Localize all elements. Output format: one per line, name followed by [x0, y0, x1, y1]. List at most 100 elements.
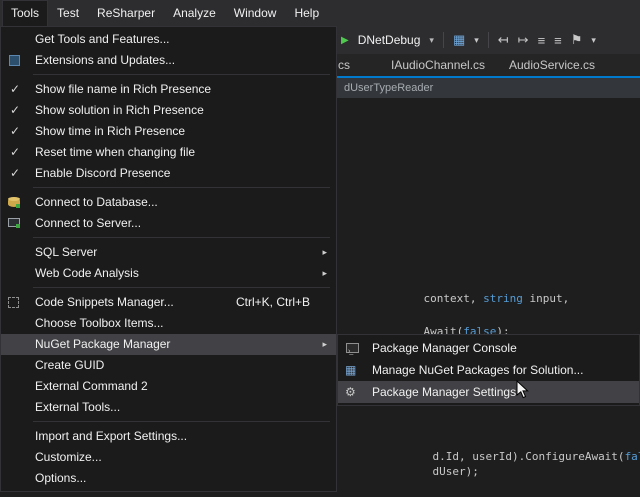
- menubar-item-resharper[interactable]: ReSharper: [88, 0, 164, 26]
- code-token: string: [483, 292, 523, 305]
- menubar-item-window[interactable]: Window: [225, 0, 286, 26]
- menu-separator: [33, 421, 330, 422]
- menu-item-external-command-2[interactable]: External Command 2: [1, 376, 336, 397]
- menu-item-customize[interactable]: Customize...: [1, 447, 336, 468]
- nuget-submenu-popup: Package Manager Console ▦ Manage NuGet P…: [337, 334, 640, 406]
- menu-separator: [33, 287, 330, 288]
- menu-item-label: External Tools...: [35, 400, 120, 414]
- console-icon: [346, 343, 359, 353]
- menu-separator: [33, 237, 330, 238]
- code-token: dUser);: [433, 465, 479, 478]
- menu-item-label: External Command 2: [35, 379, 148, 393]
- navigate-forward-icon[interactable]: ↦: [518, 32, 529, 48]
- menu-item-connect-to-database[interactable]: Connect to Database...: [1, 192, 336, 213]
- tab-audioservice[interactable]: AudioService.cs: [509, 58, 595, 72]
- menu-item-label: SQL Server: [35, 245, 97, 259]
- menubar-item-help[interactable]: Help: [285, 0, 328, 26]
- checkmark-icon: ✓: [10, 79, 20, 100]
- gear-icon: ⚙: [345, 381, 356, 403]
- menu-item-code-snippets-manager[interactable]: Code Snippets Manager... Ctrl+K, Ctrl+B: [1, 292, 336, 313]
- menu-item-connect-to-server[interactable]: Connect to Server...: [1, 213, 336, 234]
- menu-item-label: Create GUID: [35, 358, 104, 372]
- line-list-icon[interactable]: ≡: [538, 33, 546, 48]
- menu-item-external-tools[interactable]: External Tools...: [1, 397, 336, 418]
- tools-menu-popup: Get Tools and Features... Extensions and…: [0, 26, 337, 492]
- code-token: false: [625, 450, 640, 463]
- database-icon: [8, 198, 20, 207]
- menu-separator: [33, 74, 330, 75]
- menu-item-choose-toolbox-items[interactable]: Choose Toolbox Items...: [1, 313, 336, 334]
- submenu-item-package-manager-settings[interactable]: ⚙ Package Manager Settings: [338, 381, 639, 403]
- menu-item-label: Get Tools and Features...: [35, 32, 170, 46]
- packages-grid-icon: ▦: [345, 359, 356, 381]
- server-icon: [8, 218, 20, 227]
- menu-item-label: Show solution in Rich Presence: [35, 103, 204, 117]
- submenu-item-manage-nuget-packages-for-solution[interactable]: ▦ Manage NuGet Packages for Solution...: [338, 359, 639, 381]
- submenu-item-package-manager-console[interactable]: Package Manager Console: [338, 337, 639, 359]
- menu-item-get-tools-and-features[interactable]: Get Tools and Features...: [1, 29, 336, 50]
- code-line: se);: [421, 485, 474, 497]
- menu-item-label: Code Snippets Manager...: [35, 295, 174, 309]
- code-token: context,: [424, 292, 484, 305]
- menu-item-label: Customize...: [35, 450, 102, 464]
- menu-item-label: NuGet Package Manager: [35, 337, 170, 351]
- menu-item-label: Extensions and Updates...: [35, 53, 175, 67]
- menu-item-web-code-analysis[interactable]: Web Code Analysis ▸: [1, 263, 336, 284]
- menu-item-show-file-name-rich-presence[interactable]: ✓ Show file name in Rich Presence: [1, 79, 336, 100]
- mouse-cursor: [516, 380, 529, 400]
- menu-item-label: Package Manager Settings: [372, 385, 516, 399]
- checkmark-icon: ✓: [10, 142, 20, 163]
- submenu-arrow-icon: ▸: [322, 242, 327, 263]
- menu-item-label: Import and Export Settings...: [35, 429, 187, 443]
- menu-item-label: Connect to Server...: [35, 216, 141, 230]
- toolbar-separator: [488, 32, 489, 48]
- tab-partial[interactable]: cs: [338, 58, 350, 72]
- menu-item-sql-server[interactable]: SQL Server ▸: [1, 242, 336, 263]
- code-snippets-icon: [8, 297, 19, 308]
- menu-item-label: Choose Toolbox Items...: [35, 316, 164, 330]
- menu-bar: Tools Test ReSharper Analyze Window Help: [0, 0, 640, 26]
- chevron-down-icon[interactable]: ▾: [474, 35, 479, 46]
- toolbar-content: ▶ DNetDebug ▾ ▦ ▾ ↤ ↦ ≡ ≡ ⚑ ▾: [341, 26, 596, 54]
- menubar-item-tools[interactable]: Tools: [2, 0, 48, 26]
- debug-target-dropdown[interactable]: DNetDebug: [358, 33, 421, 47]
- app-window: Tools Test ReSharper Analyze Window Help…: [0, 0, 640, 497]
- chevron-down-icon[interactable]: ▾: [429, 35, 434, 46]
- checkmark-icon: ✓: [10, 163, 20, 184]
- menu-item-label: Show file name in Rich Presence: [35, 82, 211, 96]
- processes-icon[interactable]: ▦: [453, 32, 465, 48]
- menu-item-reset-time-when-changing-file[interactable]: ✓ Reset time when changing file: [1, 142, 336, 163]
- tab-iaudiochannel[interactable]: IAudioChannel.cs: [391, 58, 485, 72]
- toolbar-separator: [443, 32, 444, 48]
- menu-item-enable-discord-presence[interactable]: ✓ Enable Discord Presence: [1, 163, 336, 184]
- menu-item-label: Package Manager Console: [372, 341, 517, 355]
- line-list-icon[interactable]: ≡: [554, 33, 562, 48]
- bookmark-icon[interactable]: ⚑: [571, 32, 583, 48]
- menu-item-label: Show time in Rich Presence: [35, 124, 185, 138]
- menubar-item-analyze[interactable]: Analyze: [164, 0, 225, 26]
- menu-item-label: Reset time when changing file: [35, 145, 195, 159]
- menu-item-label: Connect to Database...: [35, 195, 158, 209]
- code-token: input,: [523, 292, 569, 305]
- menu-item-label: Enable Discord Presence: [35, 166, 170, 180]
- menu-item-import-and-export-settings[interactable]: Import and Export Settings...: [1, 426, 336, 447]
- menu-item-options[interactable]: Options...: [1, 468, 336, 489]
- checkmark-icon: ✓: [10, 121, 20, 142]
- shortcut-label: Ctrl+K, Ctrl+B: [236, 292, 310, 313]
- menu-item-nuget-package-manager[interactable]: NuGet Package Manager ▸: [1, 334, 336, 355]
- menu-item-label: Web Code Analysis: [35, 266, 139, 280]
- submenu-arrow-icon: ▸: [322, 263, 327, 284]
- start-debugging-button[interactable]: ▶: [341, 35, 349, 46]
- menu-item-show-time-rich-presence[interactable]: ✓ Show time in Rich Presence: [1, 121, 336, 142]
- extensions-icon: [9, 55, 20, 66]
- menubar-item-test[interactable]: Test: [48, 0, 88, 26]
- submenu-arrow-icon: ▸: [322, 334, 327, 355]
- menu-item-create-guid[interactable]: Create GUID: [1, 355, 336, 376]
- checkmark-icon: ✓: [10, 100, 20, 121]
- menu-item-show-solution-rich-presence[interactable]: ✓ Show solution in Rich Presence: [1, 100, 336, 121]
- menu-item-extensions-and-updates[interactable]: Extensions and Updates...: [1, 50, 336, 71]
- menu-separator: [33, 187, 330, 188]
- navigate-backward-icon[interactable]: ↤: [498, 32, 509, 48]
- chevron-down-icon[interactable]: ▾: [591, 35, 596, 46]
- navbar-member-label[interactable]: dUserTypeReader: [344, 78, 433, 98]
